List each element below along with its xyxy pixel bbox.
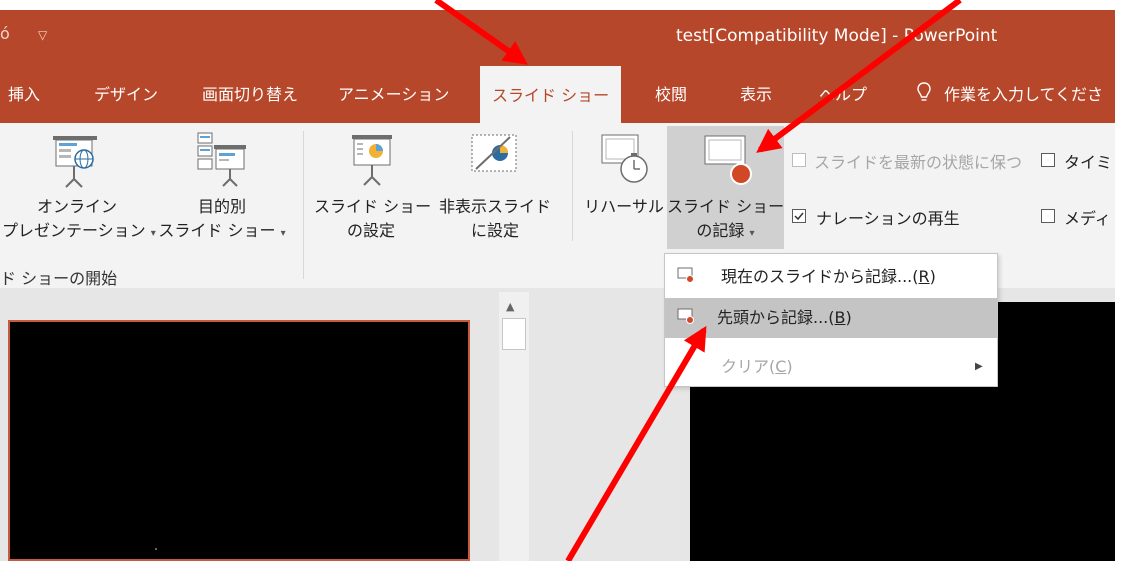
keep-slides-updated-label: スライドを最新の状態に保つ <box>814 153 1023 172</box>
record-slideshow-icon <box>704 135 752 185</box>
setup-slideshow-icon <box>352 135 392 186</box>
group-divider <box>572 131 573 241</box>
use-timings-checkbox[interactable] <box>1041 153 1055 167</box>
show-media-controls-checkbox[interactable] <box>1041 209 1055 223</box>
menu-item-record-from-beginning[interactable]: 先頭から記録...(B) <box>665 298 997 338</box>
use-timings-label: タイミ <box>1064 153 1113 172</box>
dropdown-arrow-icon: ▾ <box>280 228 286 239</box>
ribbon-tabs: 挿入 デザイン 画面切り替え アニメーション スライド ショー 校閲 表示 ヘル… <box>0 66 1115 123</box>
tab-design[interactable]: デザイン <box>94 66 158 123</box>
record-dropdown-menu: 現在のスライドから記録...(R) 先頭から記録...(B) クリア(C) ▶ <box>664 253 998 387</box>
powerpoint-window: ó ▽ test[Compatibility Mode] - PowerPoin… <box>0 0 1127 561</box>
online-presentation-button[interactable]: オンライン プレゼンテーション ▾ <box>2 195 156 246</box>
show-media-controls-label: メディ <box>1064 209 1111 228</box>
thumbnail-speck <box>155 548 157 550</box>
hide-slide-button[interactable]: 非表示スライド に設定 <box>428 195 562 243</box>
custom-slideshow-icon <box>197 132 246 187</box>
record-from-current-icon <box>677 267 694 283</box>
tab-view[interactable]: 表示 <box>740 66 772 123</box>
custom-slideshow-button[interactable]: 目的別 スライド ショー ▾ <box>152 195 292 246</box>
title-bar: ó ▽ test[Compatibility Mode] - PowerPoin… <box>0 10 1115 66</box>
play-narrations-label: ナレーションの再生 <box>816 209 960 228</box>
tab-review[interactable]: 校閲 <box>655 66 687 123</box>
group-divider <box>303 131 304 279</box>
play-narrations-checkbox[interactable] <box>792 209 806 223</box>
lightbulb-icon[interactable] <box>917 82 931 104</box>
group-label-start-slideshow: ド ショーの開始 <box>0 269 118 288</box>
window-title: test[Compatibility Mode] - PowerPoint <box>676 26 998 46</box>
tab-insert[interactable]: 挿入 <box>8 66 40 123</box>
setup-slideshow-button[interactable]: スライド ショー の設定 <box>314 195 431 243</box>
online-presentation-icon <box>53 136 97 188</box>
tab-transitions[interactable]: 画面切り替え <box>202 66 298 123</box>
menu-item-clear[interactable]: クリア(C) ▶ <box>665 347 997 387</box>
menu-item-record-from-current[interactable]: 現在のスライドから記録...(R) <box>665 257 997 297</box>
dropdown-arrow-icon: ▾ <box>749 228 755 239</box>
checkmark-icon <box>794 212 804 221</box>
thumbnail-scrollbar[interactable]: ▲ <box>499 292 529 561</box>
tab-animations[interactable]: アニメーション <box>338 66 449 123</box>
record-from-beginning-icon <box>677 308 694 324</box>
scroll-up-arrow-icon[interactable]: ▲ <box>506 300 514 313</box>
record-slideshow-button[interactable]: スライド ショー の記録 ▾ <box>667 126 784 249</box>
hide-slide-icon <box>471 134 517 172</box>
rehearse-timings-button[interactable]: リハーサル <box>578 195 670 219</box>
slide-thumbnail[interactable] <box>8 320 470 561</box>
quick-access-toolbar-fragment[interactable]: ó <box>0 24 10 43</box>
tab-help[interactable]: ヘルプ <box>819 66 867 123</box>
keep-slides-updated-checkbox[interactable] <box>792 153 806 167</box>
scrollbar-thumb[interactable] <box>502 318 526 350</box>
tab-slideshow[interactable]: スライド ショー <box>480 66 622 123</box>
rehearse-timings-icon <box>601 134 648 183</box>
submenu-arrow-icon: ▶ <box>975 361 983 372</box>
tell-me-search[interactable]: 作業を入力してくださ <box>944 66 1103 124</box>
triangle-down-icon[interactable]: ▽ <box>38 28 47 42</box>
